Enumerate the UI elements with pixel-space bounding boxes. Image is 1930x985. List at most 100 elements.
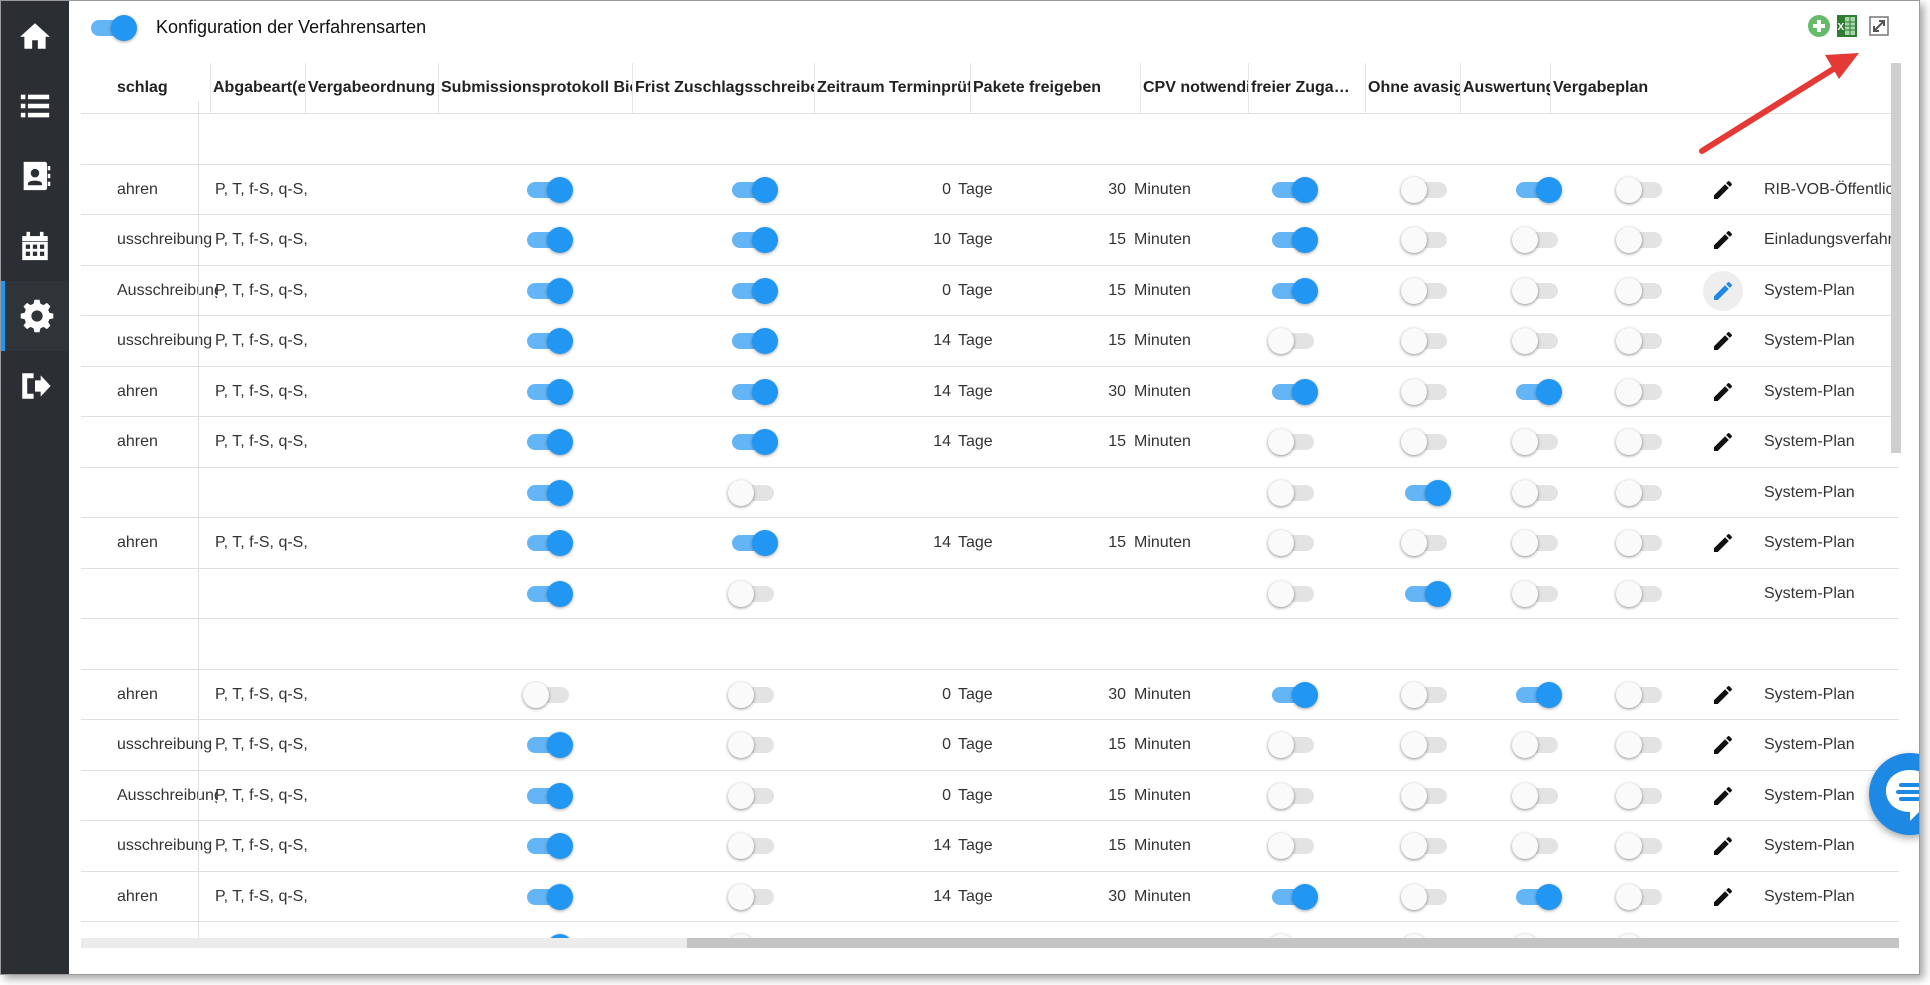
pakete-freigeben-toggle[interactable] [1268, 833, 1318, 859]
table-row[interactable]: ahren P, T, f-S, q-S, … 14 Tage 30 Minuten Sys… [81, 365, 1899, 416]
freier-zugang-toggle[interactable] [1512, 277, 1562, 304]
vergabeordnung-toggle[interactable] [523, 580, 573, 607]
submissionsprotokoll-toggle[interactable] [728, 227, 778, 253]
ohne-avasign-toggle[interactable] [1616, 782, 1666, 809]
column-header[interactable]: Abgabeart(en) [211, 63, 306, 113]
ohne-avasign-toggle[interactable] [1616, 530, 1666, 556]
pakete-freigeben-toggle[interactable] [1268, 176, 1318, 203]
column-header[interactable]: schlag [117, 63, 211, 113]
submissionsprotokoll-toggle[interactable] [728, 580, 778, 607]
table-row[interactable]: ahren P, T, f-S, q-S, … 14 Tage 30 Minuten Sys… [81, 870, 1899, 921]
vergabeordnung-toggle[interactable] [523, 479, 573, 506]
table-row[interactable]: usschreibungP, T, f-S, q-S, … 14 Tage 15 Min… [81, 820, 1899, 870]
edit-button[interactable] [1711, 228, 1735, 252]
vertical-scrollbar[interactable] [1891, 63, 1901, 453]
vergabeordnung-toggle[interactable] [523, 227, 573, 253]
submissionsprotokoll-toggle[interactable] [728, 833, 778, 859]
pakete-freigeben-toggle[interactable] [1268, 479, 1318, 506]
sidebar-item-calendar[interactable] [1, 211, 69, 281]
pakete-freigeben-toggle[interactable] [1268, 429, 1318, 455]
freier-zugang-toggle[interactable] [1512, 227, 1562, 253]
cpv-notwendig-toggle[interactable] [1401, 429, 1451, 455]
vergabeordnung-toggle[interactable] [523, 883, 573, 910]
submissionsprotokoll-toggle[interactable] [728, 479, 778, 506]
ohne-avasign-toggle[interactable] [1616, 681, 1666, 708]
table-row-empty[interactable] [81, 113, 1899, 163]
freier-zugang-toggle[interactable] [1512, 580, 1562, 607]
sidebar-item-logout[interactable] [1, 351, 69, 421]
ohne-avasign-toggle[interactable] [1616, 227, 1666, 253]
table-row[interactable]: usschreibungP, T, f-S, q-S, … 14 Tage 15 Min… [81, 315, 1899, 365]
vergabeordnung-toggle[interactable] [523, 176, 573, 203]
table-row[interactable]: ahren P, T, f-S, q-S, … 0 Tage 30 Minuten RIB-… [81, 163, 1899, 214]
ohne-avasign-toggle[interactable] [1616, 580, 1666, 607]
column-header[interactable]: Vergabeordnung anzeigen [306, 63, 439, 113]
table-row-empty[interactable] [81, 618, 1899, 668]
freier-zugang-toggle[interactable] [1512, 732, 1562, 758]
chat-button[interactable] [1869, 753, 1919, 835]
submissionsprotokoll-toggle[interactable] [728, 378, 778, 405]
cpv-notwendig-toggle[interactable] [1401, 277, 1451, 304]
freier-zugang-toggle[interactable] [1512, 176, 1562, 203]
vergabeordnung-toggle[interactable] [523, 732, 573, 758]
pakete-freigeben-toggle[interactable] [1268, 782, 1318, 809]
table-row[interactable]: System-Plan [81, 567, 1899, 618]
sidebar-item-list[interactable] [1, 71, 69, 141]
column-header[interactable]: Submissionsprotokoll Bieter [439, 63, 633, 113]
table-row[interactable]: usschreibungP, T, f-S, q-S, … 0 Tage 15 Minu… [81, 719, 1899, 769]
edit-button[interactable] [1703, 270, 1743, 311]
ohne-avasign-toggle[interactable] [1616, 176, 1666, 203]
submissionsprotokoll-toggle[interactable] [728, 429, 778, 455]
pakete-freigeben-toggle[interactable] [1268, 227, 1318, 253]
column-header[interactable]: Frist Zuschlagsschreiben [633, 63, 815, 113]
table-row[interactable]: e VerfahrenP, T, f-S, q-S, … 14 Tage 15 Minu… [81, 921, 1899, 938]
column-header[interactable]: Zeitraum Terminprüfung [815, 63, 971, 113]
sidebar-item-settings[interactable] [1, 281, 69, 351]
freier-zugang-toggle[interactable] [1512, 378, 1562, 405]
freier-zugang-toggle[interactable] [1512, 479, 1562, 506]
ohne-avasign-toggle[interactable] [1616, 833, 1666, 859]
cpv-notwendig-toggle[interactable] [1401, 732, 1451, 758]
freier-zugang-toggle[interactable] [1512, 883, 1562, 910]
edit-button[interactable] [1711, 178, 1735, 202]
column-header[interactable]: Auswertung [1461, 63, 1551, 113]
cpv-notwendig-toggle[interactable] [1401, 833, 1451, 859]
edit-button[interactable] [1711, 834, 1735, 858]
submissionsprotokoll-toggle[interactable] [728, 176, 778, 203]
table-row[interactable]: AusschreibungP, T, f-S, q-S, … 0 Tage 15 Min… [81, 769, 1899, 820]
pakete-freigeben-toggle[interactable] [1268, 580, 1318, 607]
freier-zugang-toggle[interactable] [1512, 782, 1562, 809]
pakete-freigeben-toggle[interactable] [1268, 277, 1318, 304]
pakete-freigeben-toggle[interactable] [1268, 732, 1318, 758]
sidebar-item-home[interactable] [1, 1, 69, 71]
cpv-notwendig-toggle[interactable] [1401, 328, 1451, 354]
ohne-avasign-toggle[interactable] [1616, 732, 1666, 758]
edit-button[interactable] [1711, 683, 1735, 707]
master-toggle[interactable] [87, 15, 137, 41]
table-row[interactable]: usschreibungP, T, f-S, q-S, … 10 Tage 15 Min… [81, 214, 1899, 264]
edit-button[interactable] [1711, 531, 1735, 555]
submissionsprotokoll-toggle[interactable] [728, 277, 778, 304]
table-row[interactable]: ahren P, T, f-S, q-S, … 14 Tage 15 Minuten Sys… [81, 517, 1899, 567]
submissionsprotokoll-toggle[interactable] [728, 328, 778, 354]
submissionsprotokoll-toggle[interactable] [728, 530, 778, 556]
freier-zugang-toggle[interactable] [1512, 833, 1562, 859]
table-row[interactable]: System-Plan [81, 466, 1899, 517]
pakete-freigeben-toggle[interactable] [1268, 883, 1318, 910]
freier-zugang-toggle[interactable] [1512, 328, 1562, 354]
column-header[interactable]: Vergabeplan [1551, 63, 1899, 113]
vergabeordnung-toggle[interactable] [523, 782, 573, 809]
column-header[interactable]: Pakete freigeben [971, 63, 1141, 113]
column-header[interactable]: freier Zuga… [1249, 63, 1366, 113]
edit-button[interactable] [1711, 733, 1735, 757]
freier-zugang-toggle[interactable] [1512, 429, 1562, 455]
cpv-notwendig-toggle[interactable] [1401, 378, 1451, 405]
edit-button[interactable] [1711, 430, 1735, 454]
excel-export-icon[interactable]: X [1834, 13, 1860, 39]
sidebar-item-contacts[interactable] [1, 141, 69, 211]
ohne-avasign-toggle[interactable] [1616, 378, 1666, 405]
cpv-notwendig-toggle[interactable] [1401, 883, 1451, 910]
ohne-avasign-toggle[interactable] [1616, 429, 1666, 455]
submissionsprotokoll-toggle[interactable] [728, 681, 778, 708]
vergabeordnung-toggle[interactable] [523, 681, 573, 708]
